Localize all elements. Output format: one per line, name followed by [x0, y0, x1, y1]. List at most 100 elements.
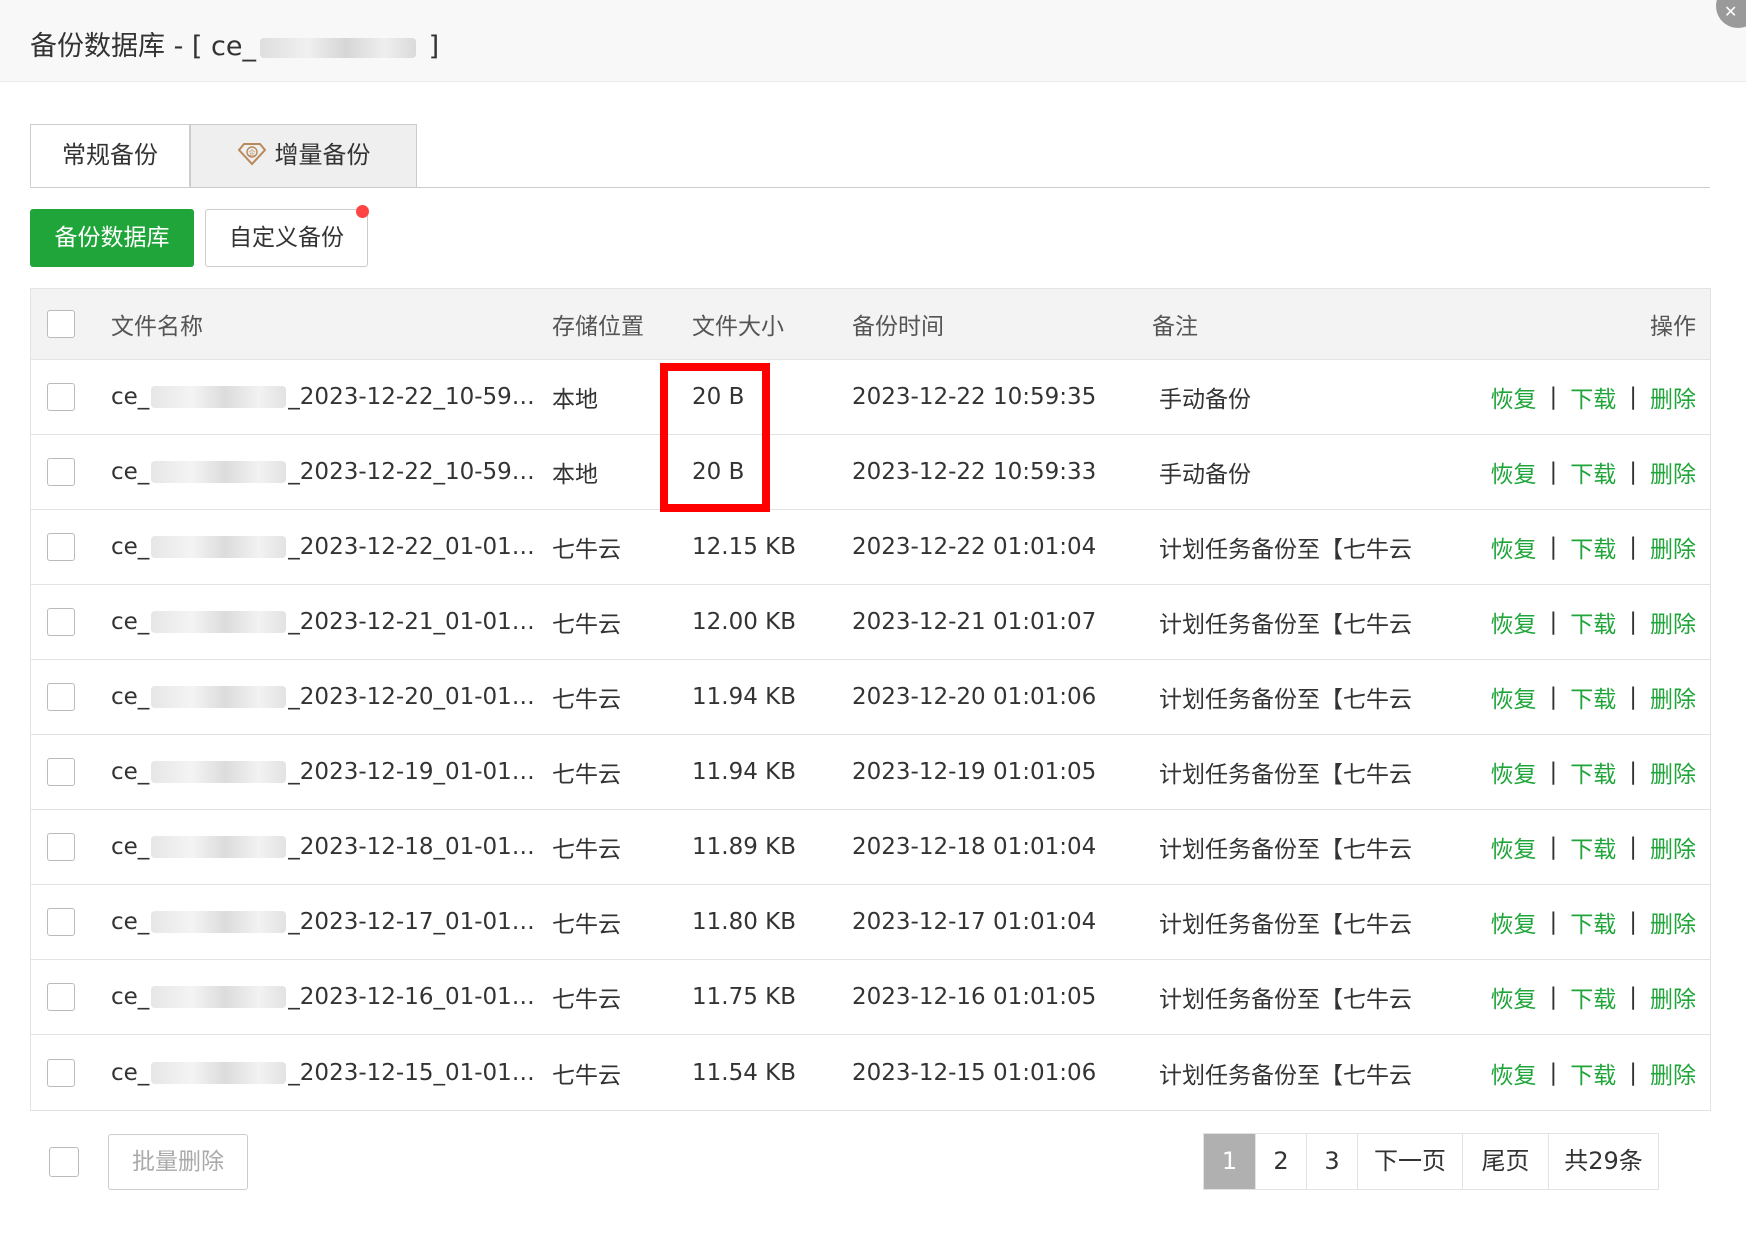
file-size: 11.89 KB	[692, 834, 797, 860]
download-link[interactable]: 下载	[1570, 830, 1616, 864]
file-size: 20 B	[692, 384, 745, 410]
file-name: ce_ _2023-12-16_01-01…	[111, 960, 541, 1034]
delete-link[interactable]: 删除	[1650, 830, 1696, 864]
row-checkbox[interactable]	[47, 608, 75, 636]
delete-link[interactable]: 删除	[1650, 1056, 1696, 1090]
backup-time: 2023-12-22 10:59:35	[852, 384, 1097, 410]
row-checkbox[interactable]	[47, 833, 75, 861]
row-actions: 恢复 | 下载 | 删除	[1446, 510, 1697, 584]
delete-link[interactable]: 删除	[1650, 680, 1696, 714]
backup-time: 2023-12-22 01:01:04	[852, 534, 1097, 560]
row-checkbox[interactable]	[47, 1058, 75, 1087]
restore-link[interactable]: 恢复	[1491, 680, 1537, 714]
backup-note-text: 计划任务备份至【七牛云	[1159, 762, 1412, 788]
download-link[interactable]: 下载	[1570, 755, 1616, 789]
row-checkbox[interactable]	[47, 683, 75, 711]
file-size: 20 B	[692, 459, 745, 485]
action-separator: |	[1549, 759, 1558, 785]
header-location: 存储位置	[552, 314, 644, 340]
action-separator: |	[1629, 834, 1637, 860]
delete-link[interactable]: 删除	[1650, 905, 1696, 939]
delete-link[interactable]: 删除	[1650, 980, 1696, 1014]
footer-select-all-checkbox[interactable]	[49, 1147, 79, 1177]
restore-link[interactable]: 恢复	[1491, 530, 1537, 564]
download-link[interactable]: 下载	[1570, 455, 1616, 489]
storage-location: 七牛云	[552, 837, 621, 863]
download-link[interactable]: 下载	[1570, 605, 1616, 639]
action-separator: |	[1549, 459, 1558, 485]
row-actions: 恢复 | 下载 | 删除	[1446, 360, 1697, 434]
download-link[interactable]: 下载	[1570, 530, 1616, 564]
download-link[interactable]: 下载	[1570, 905, 1616, 939]
restore-link[interactable]: 恢复	[1491, 455, 1537, 489]
file-name-prefix: ce_	[111, 684, 150, 710]
row-checkbox[interactable]	[47, 383, 75, 411]
table-row: ce_ _2023-12-17_01-01… 七牛云 11.80 KB 2023-12-…	[31, 885, 1710, 960]
backup-note-text: 计划任务备份至【七牛云	[1159, 687, 1412, 713]
last-page-button[interactable]: 尾页	[1462, 1134, 1548, 1189]
backup-database-button[interactable]: 备份数据库	[30, 209, 194, 267]
redacted-db-name	[151, 761, 287, 783]
backup-note-text: 计划任务备份至【七牛云	[1159, 1062, 1412, 1089]
file-name-suffix: _2023-12-16_01-01…	[288, 984, 535, 1010]
restore-link[interactable]: 恢复	[1491, 755, 1537, 789]
page-3-button[interactable]: 3	[1306, 1134, 1357, 1189]
tab-regular-backup[interactable]: 常规备份	[30, 124, 190, 187]
download-link[interactable]: 下载	[1570, 380, 1616, 414]
row-actions: 恢复 | 下载 | 删除	[1446, 1035, 1697, 1110]
redacted-db-name	[151, 1061, 287, 1084]
svg-text:企: 企	[248, 148, 255, 157]
file-name: ce_ _2023-12-22_01-01…	[111, 510, 541, 584]
batch-delete-button[interactable]: 批量删除	[108, 1134, 248, 1190]
download-link[interactable]: 下载	[1570, 680, 1616, 714]
redacted-db-name	[151, 836, 287, 858]
tab-incremental-backup-label: 增量备份	[274, 141, 371, 169]
backup-note: 计划任务备份至【七牛云	[1159, 810, 1439, 884]
restore-link[interactable]: 恢复	[1491, 1056, 1537, 1090]
row-checkbox[interactable]	[47, 533, 75, 561]
action-separator: |	[1629, 909, 1637, 935]
restore-link[interactable]: 恢复	[1491, 605, 1537, 639]
table-body: ce_ _2023-12-22_10-59… 本地 20 B 2023-12-22 10…	[31, 360, 1710, 1110]
restore-link[interactable]: 恢复	[1491, 380, 1537, 414]
storage-location: 七牛云	[552, 1062, 621, 1089]
row-actions: 恢复 | 下载 | 删除	[1446, 735, 1697, 809]
file-name-prefix: ce_	[111, 534, 150, 560]
file-name: ce_ _2023-12-17_01-01…	[111, 885, 541, 959]
custom-backup-button[interactable]: 自定义备份	[205, 209, 368, 267]
row-checkbox[interactable]	[47, 908, 75, 936]
backup-time: 2023-12-22 10:59:33	[852, 459, 1097, 485]
download-link[interactable]: 下载	[1570, 980, 1616, 1014]
tab-incremental-backup[interactable]: 企 增量备份	[190, 124, 417, 187]
restore-link[interactable]: 恢复	[1491, 905, 1537, 939]
delete-link[interactable]: 删除	[1650, 605, 1696, 639]
backup-note-text: 手动备份	[1159, 387, 1251, 413]
file-name-suffix: _2023-12-22_01-01…	[288, 534, 535, 560]
table-header: 文件名称 存储位置 文件大小 备份时间 备注 操作	[31, 289, 1710, 360]
delete-link[interactable]: 删除	[1650, 380, 1696, 414]
backup-time: 2023-12-16 01:01:05	[852, 984, 1097, 1010]
delete-link[interactable]: 删除	[1650, 530, 1696, 564]
select-all-checkbox[interactable]	[47, 310, 75, 338]
table-row: ce_ _2023-12-20_01-01… 七牛云 11.94 KB 2023-12-…	[31, 660, 1710, 735]
table-row: ce_ _2023-12-19_01-01… 七牛云 11.94 KB 2023-12-…	[31, 735, 1710, 810]
file-name-prefix: ce_	[111, 609, 150, 635]
file-name-suffix: _2023-12-18_01-01…	[288, 834, 535, 860]
restore-link[interactable]: 恢复	[1491, 830, 1537, 864]
table-row: ce_ _2023-12-16_01-01… 七牛云 11.75 KB 2023-12-…	[31, 960, 1710, 1035]
tab-regular-backup-label: 常规备份	[62, 141, 158, 169]
next-page-button[interactable]: 下一页	[1357, 1134, 1462, 1189]
download-link[interactable]: 下载	[1570, 1056, 1616, 1090]
row-checkbox[interactable]	[47, 983, 75, 1011]
delete-link[interactable]: 删除	[1650, 755, 1696, 789]
backup-note-text: 手动备份	[1159, 462, 1251, 488]
restore-link[interactable]: 恢复	[1491, 980, 1537, 1014]
redacted-db-name	[151, 461, 287, 483]
delete-link[interactable]: 删除	[1650, 455, 1696, 489]
close-icon[interactable]: ✕	[1716, 0, 1746, 28]
row-checkbox[interactable]	[47, 758, 75, 786]
row-checkbox[interactable]	[47, 458, 75, 486]
storage-location: 七牛云	[552, 762, 621, 788]
page-1-button[interactable]: 1	[1204, 1134, 1255, 1189]
page-2-button[interactable]: 2	[1255, 1134, 1306, 1189]
